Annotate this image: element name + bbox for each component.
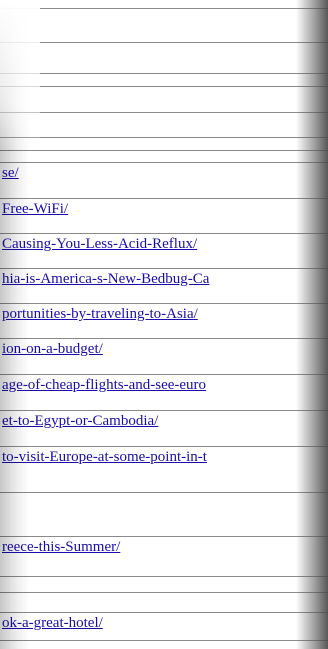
list-row: Causing-You-Less-Acid-Reflux/ (0, 233, 328, 254)
list-row: et-to-Egypt-or-Cambodia/ (0, 410, 328, 431)
list-row (0, 8, 328, 29)
list-row: ion-on-a-budget/ (0, 338, 328, 359)
link-list-page: se/ Free-WiFi/ Causing-You-Less-Acid-Ref… (0, 0, 328, 649)
list-link[interactable]: age-of-cheap-flights-and-see-euro (2, 376, 206, 395)
list-row (0, 492, 328, 513)
list-row: ok-a-great-hotel/ (0, 612, 328, 633)
list-row: se/ (0, 162, 328, 183)
list-link[interactable]: to-visit-Europe-at-some-point-in-t (2, 448, 207, 467)
list-row: reece-this-Summer/ (0, 536, 328, 557)
list-row (0, 592, 328, 613)
list-row: age-of-cheap-flights-and-see-euro (0, 374, 328, 395)
list-link[interactable]: se/ (2, 164, 19, 183)
list-row: hia-is-America-s-New-Bedbug-Ca (0, 268, 328, 289)
list-link[interactable]: ion-on-a-budget/ (2, 340, 103, 359)
list-link[interactable]: reece-this-Summer/ (2, 538, 120, 557)
list-row: portunities-by-traveling-to-Asia/ (0, 303, 328, 324)
list-link[interactable]: portunities-by-traveling-to-Asia/ (2, 305, 198, 324)
list-row: Free-WiFi/ (0, 198, 328, 219)
list-link[interactable]: Free-WiFi/ (2, 200, 68, 219)
list-link[interactable]: et-to-Egypt-or-Cambodia/ (2, 412, 158, 431)
list-row (0, 86, 328, 107)
list-row (0, 640, 328, 649)
list-link[interactable]: hia-is-America-s-New-Bedbug-Ca (2, 270, 209, 289)
list-link[interactable]: Causing-You-Less-Acid-Reflux/ (2, 235, 197, 254)
list-row (0, 112, 328, 133)
list-link[interactable]: ok-a-great-hotel/ (2, 614, 103, 633)
list-row (0, 42, 328, 63)
list-row: to-visit-Europe-at-some-point-in-t (0, 446, 328, 467)
